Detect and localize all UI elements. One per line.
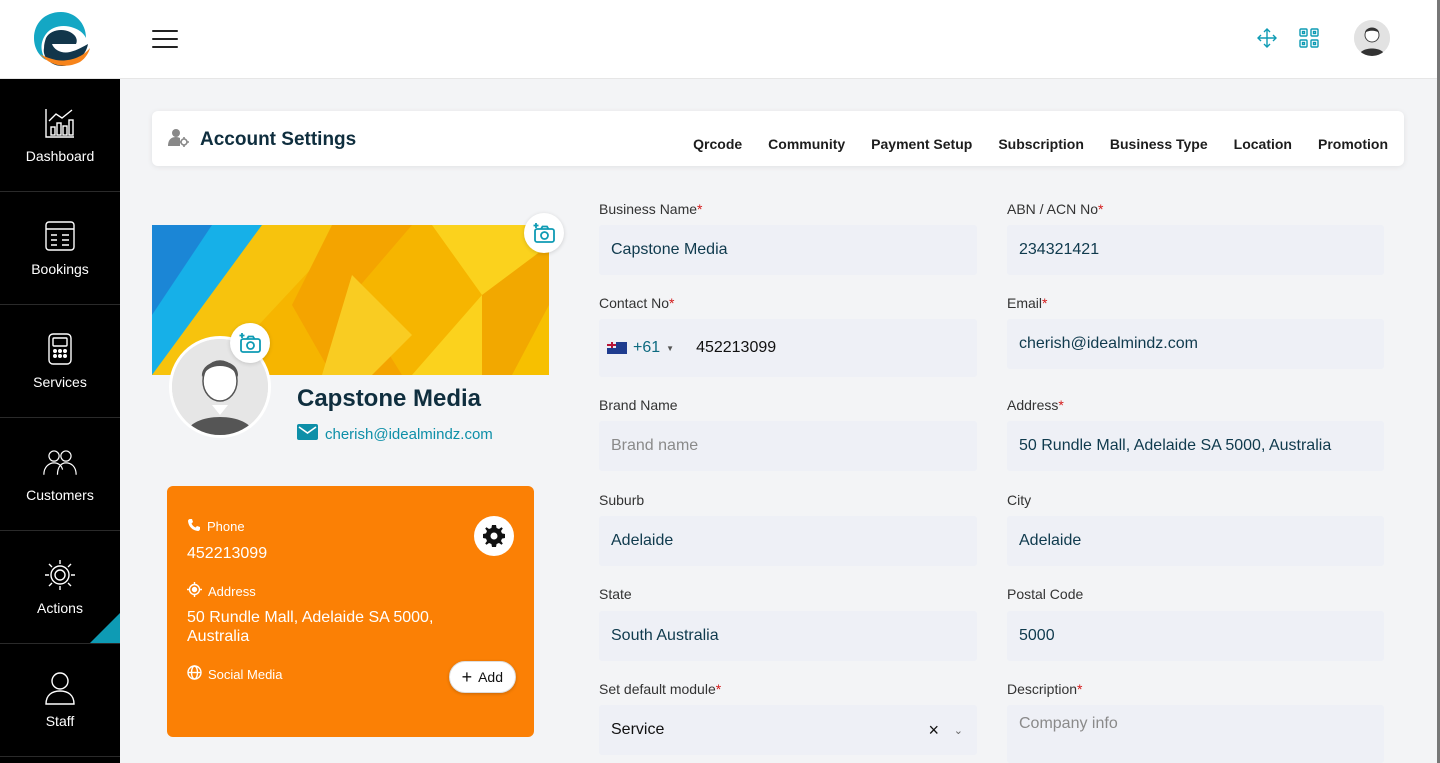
location-icon bbox=[187, 582, 202, 600]
phone-value: 452213099 bbox=[187, 545, 268, 562]
cover-camera-button[interactable] bbox=[524, 213, 564, 253]
sidebar-item-services[interactable]: Services bbox=[0, 305, 120, 418]
profile-card: Capstone Media cherish@idealmindz.com Ph… bbox=[152, 213, 564, 751]
suburb-label: Suburb bbox=[599, 492, 645, 508]
chevron-down-icon[interactable]: ▼ bbox=[666, 344, 674, 353]
add-label: Add bbox=[478, 669, 503, 685]
city-label: City bbox=[1007, 492, 1032, 508]
menu-icon[interactable] bbox=[152, 30, 178, 50]
tab-qrcode[interactable]: Qrcode bbox=[693, 136, 742, 152]
business-name-label: Business Name* bbox=[599, 201, 703, 217]
chart-icon bbox=[43, 106, 77, 140]
page-title: Account Settings bbox=[200, 128, 357, 150]
profile-email-text: cherish@idealmindz.com bbox=[325, 425, 493, 443]
contact-field[interactable]: +61 ▼ 452213099 bbox=[599, 319, 977, 377]
sidebar-item-customers[interactable]: Customers bbox=[0, 418, 120, 531]
description-field[interactable]: Company info bbox=[1007, 705, 1384, 763]
state-field[interactable]: South Australia bbox=[599, 611, 977, 661]
sidebar-item-actions[interactable]: Actions bbox=[0, 531, 120, 644]
brand-name-field[interactable]: Brand name bbox=[599, 421, 977, 471]
city-field[interactable]: Adelaide bbox=[1007, 516, 1384, 566]
abn-label: ABN / ACN No* bbox=[1007, 201, 1104, 217]
business-name-field[interactable]: Capstone Media bbox=[599, 225, 977, 275]
tab-subscription[interactable]: Subscription bbox=[998, 136, 1084, 152]
fullscreen-icon[interactable] bbox=[1256, 27, 1278, 49]
address-label: Address* bbox=[1007, 397, 1064, 413]
user-settings-icon bbox=[168, 127, 190, 152]
avatar-camera-button[interactable] bbox=[230, 323, 270, 363]
contact-number[interactable]: 452213099 bbox=[696, 339, 776, 357]
sidebar-item-dashboard[interactable]: Dashboard bbox=[0, 79, 120, 192]
state-label: State bbox=[599, 586, 632, 602]
sidebar-item-label: Staff bbox=[45, 713, 75, 729]
social-label: Social Media bbox=[208, 666, 283, 682]
description-label: Description* bbox=[1007, 681, 1083, 697]
sidebar-item-label: Actions bbox=[37, 600, 83, 616]
qrcode-icon[interactable] bbox=[1298, 27, 1320, 49]
address-label: Address bbox=[208, 583, 256, 599]
australia-flag-icon bbox=[607, 342, 627, 354]
tab-promotion[interactable]: Promotion bbox=[1318, 136, 1388, 152]
sidebar-item-label: Dashboard bbox=[25, 148, 95, 164]
contact-info-box: Phone 452213099 Address 50 Rundle Mall, … bbox=[167, 486, 534, 737]
profile-email[interactable]: cherish@idealmindz.com bbox=[297, 424, 493, 444]
tab-business-type[interactable]: Business Type bbox=[1110, 136, 1208, 152]
sidebar-item-label: Bookings bbox=[31, 261, 89, 277]
address-row: Address bbox=[187, 582, 256, 600]
address-field[interactable]: 50 Rundle Mall, Adelaide SA 5000, Austra… bbox=[1007, 421, 1384, 471]
module-value: Service bbox=[611, 721, 665, 738]
contact-label: Contact No* bbox=[599, 295, 675, 311]
customers-icon bbox=[43, 445, 77, 479]
postal-code-field[interactable]: 5000 bbox=[1007, 611, 1384, 661]
globe-icon bbox=[187, 665, 202, 683]
sidebar-item-staff[interactable]: Staff bbox=[0, 644, 120, 757]
profile-name: Capstone Media bbox=[297, 385, 482, 412]
phone-label: Phone bbox=[207, 519, 245, 534]
module-label: Set default module* bbox=[599, 681, 722, 697]
user-avatar[interactable] bbox=[1354, 20, 1390, 56]
social-row: Social Media bbox=[187, 665, 282, 683]
sidebar-item-label: Services bbox=[33, 374, 87, 390]
sidebar-item-label: Customers bbox=[26, 487, 94, 503]
tab-payment-setup[interactable]: Payment Setup bbox=[871, 136, 972, 152]
default-module-select[interactable]: Service × ⌄ bbox=[599, 705, 977, 755]
phone-row: Phone bbox=[187, 518, 245, 535]
staff-icon bbox=[43, 671, 77, 705]
postal-label: Postal Code bbox=[1007, 586, 1084, 602]
account-settings-header: Account Settings Qrcode Community Paymen… bbox=[152, 111, 1404, 166]
sidebar-item-bookings[interactable]: Bookings bbox=[0, 192, 120, 305]
tab-location[interactable]: Location bbox=[1234, 136, 1292, 152]
services-icon bbox=[43, 332, 77, 366]
app-logo[interactable] bbox=[30, 8, 92, 70]
plus-icon: + bbox=[461, 667, 473, 687]
settings-gear-button[interactable] bbox=[474, 516, 514, 556]
email-field[interactable]: cherish@idealmindz.com bbox=[1007, 319, 1384, 369]
email-label: Email* bbox=[1007, 295, 1048, 311]
top-header bbox=[0, 0, 1440, 79]
email-icon bbox=[297, 424, 318, 444]
abn-field[interactable]: 234321421 bbox=[1007, 225, 1384, 275]
phone-icon bbox=[187, 518, 201, 535]
suburb-field[interactable]: Adelaide bbox=[599, 516, 977, 566]
country-code[interactable]: +61 bbox=[633, 339, 660, 357]
chevron-down-icon[interactable]: ⌄ bbox=[954, 724, 963, 737]
brand-label: Brand Name bbox=[599, 397, 678, 413]
clear-icon[interactable]: × bbox=[928, 720, 939, 741]
tab-community[interactable]: Community bbox=[768, 136, 845, 152]
address-value: 50 Rundle Mall, Adelaide SA 5000, Austra… bbox=[187, 609, 434, 645]
gear-icon bbox=[43, 558, 77, 592]
sidebar: Dashboard Bookings Services Customers Ac… bbox=[0, 79, 120, 763]
bookings-icon bbox=[43, 219, 77, 253]
add-social-button[interactable]: + Add bbox=[448, 661, 516, 693]
